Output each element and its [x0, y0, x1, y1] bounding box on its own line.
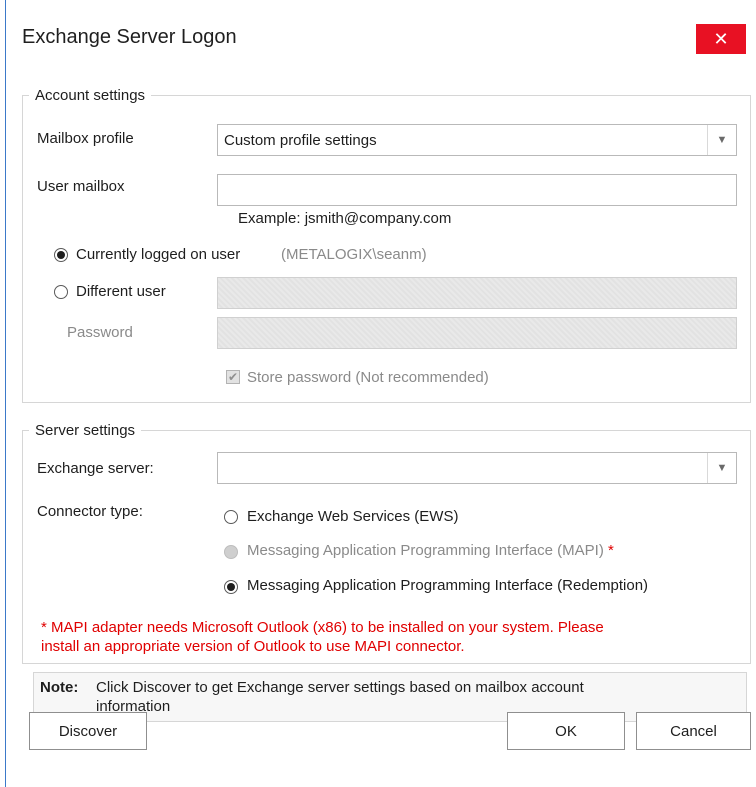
store-password-label: Store password (Not recommended): [247, 369, 489, 386]
connector-redemption-label[interactable]: Messaging Application Programming Interf…: [247, 577, 648, 594]
ok-button[interactable]: OK: [507, 712, 625, 750]
mapi-warning-line2: install an appropriate version of Outloo…: [41, 638, 465, 655]
discover-button[interactable]: Discover: [29, 712, 147, 750]
password-label: Password: [67, 324, 133, 341]
mailbox-profile-value: Custom profile settings: [224, 131, 377, 149]
connector-mapi-radio: [224, 545, 238, 559]
dialog-title: Exchange Server Logon: [22, 26, 237, 48]
connector-ews-radio[interactable]: [224, 510, 238, 524]
different-user-radio[interactable]: [54, 285, 68, 299]
chevron-down-icon: ▼: [707, 125, 736, 155]
current-user-value: (METALOGIX\seanm): [281, 246, 427, 263]
note-line1: Click Discover to get Exchange server se…: [96, 679, 584, 696]
close-button[interactable]: ✕: [696, 24, 746, 54]
mapi-warning-line1: * MAPI adapter needs Microsoft Outlook (…: [41, 619, 604, 636]
connector-mapi-text: Messaging Application Programming Interf…: [247, 542, 604, 559]
close-icon: ✕: [713, 28, 729, 49]
exchange-server-dropdown[interactable]: ▼: [217, 452, 737, 484]
current-user-radio[interactable]: [54, 248, 68, 262]
connector-mapi-label: Messaging Application Programming Interf…: [247, 542, 614, 559]
store-password-checkbox: ✔: [226, 370, 240, 384]
note-label: Note:: [40, 679, 79, 696]
user-mailbox-input[interactable]: [217, 174, 737, 206]
connector-redemption-radio[interactable]: [224, 580, 238, 594]
connector-ews-label[interactable]: Exchange Web Services (EWS): [247, 508, 458, 525]
checkmark-icon: ✔: [227, 370, 239, 384]
password-input: [217, 317, 737, 349]
different-user-input: [217, 277, 737, 309]
chevron-down-icon: ▼: [707, 453, 736, 483]
connector-type-label: Connector type:: [37, 503, 143, 520]
different-user-label[interactable]: Different user: [76, 283, 166, 300]
account-settings-legend: Account settings: [35, 87, 146, 104]
current-user-label[interactable]: Currently logged on user: [76, 246, 240, 263]
window-border: [5, 0, 6, 787]
user-mailbox-example: Example: jsmith@company.com: [238, 210, 452, 227]
server-settings-legend: Server settings: [35, 422, 136, 439]
cancel-button[interactable]: Cancel: [636, 712, 751, 750]
mailbox-profile-dropdown[interactable]: Custom profile settings ▼: [217, 124, 737, 156]
exchange-server-label: Exchange server:: [37, 460, 154, 477]
user-mailbox-label: User mailbox: [37, 178, 125, 195]
mapi-asterisk: *: [608, 542, 614, 559]
mailbox-profile-label: Mailbox profile: [37, 130, 134, 147]
